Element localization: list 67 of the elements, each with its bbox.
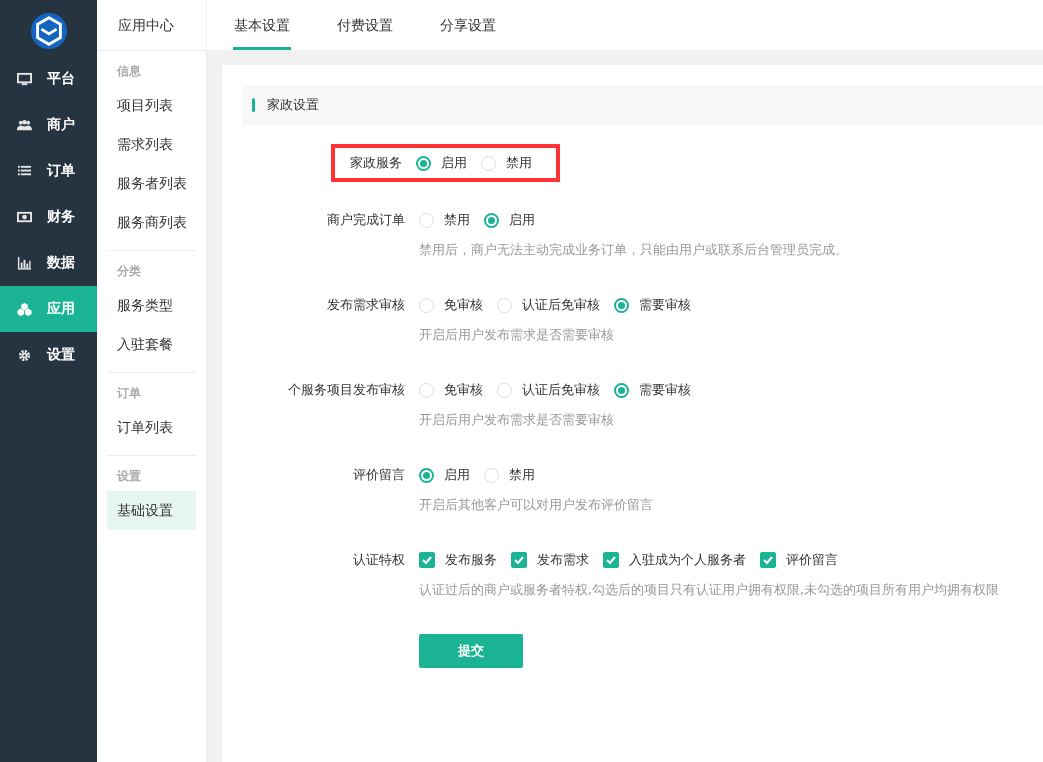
option-label[interactable]: 发布服务 bbox=[445, 551, 497, 569]
bar-chart-icon bbox=[17, 255, 32, 271]
panel-title: 应用中心 bbox=[118, 16, 174, 35]
menu-item[interactable]: 需求列表 bbox=[107, 125, 196, 164]
option-label[interactable]: 启用 bbox=[444, 466, 470, 484]
tab[interactable]: 付费设置 bbox=[336, 0, 394, 50]
menu-item[interactable]: 服务者列表 bbox=[107, 164, 196, 203]
option-label[interactable]: 需要审核 bbox=[639, 296, 691, 314]
checkbox[interactable] bbox=[511, 552, 527, 568]
option-label[interactable]: 启用 bbox=[441, 154, 467, 172]
radio-button[interactable] bbox=[419, 467, 434, 483]
group-heading: 订单 bbox=[115, 385, 142, 402]
nav-item[interactable]: 数据 bbox=[0, 240, 97, 286]
option-label[interactable]: 认证后免审核 bbox=[522, 381, 600, 399]
nav-item[interactable]: 财务 bbox=[0, 194, 97, 240]
option-label[interactable]: 禁用 bbox=[509, 466, 535, 484]
group-heading: 设置 bbox=[115, 468, 142, 485]
settings-icon bbox=[17, 347, 32, 363]
banknote-icon bbox=[17, 209, 32, 225]
help-text: 开启后其他客户可以对用户发布评价留言 bbox=[419, 496, 653, 514]
option-label[interactable]: 入驻成为个人服务者 bbox=[629, 551, 746, 569]
monitor-icon bbox=[17, 71, 32, 87]
menu-item[interactable]: 基础设置 bbox=[107, 491, 196, 530]
help-text: 开启后用户发布需求是否需要审核 bbox=[419, 326, 614, 344]
option-label[interactable]: 免审核 bbox=[444, 381, 483, 399]
field-label: 个服务项目发布审核 bbox=[287, 381, 405, 399]
checkbox[interactable] bbox=[760, 552, 776, 568]
radio-button[interactable] bbox=[484, 212, 499, 228]
menu-item[interactable]: 服务类型 bbox=[107, 286, 196, 325]
field-label: 评价留言 bbox=[352, 466, 405, 484]
option-label[interactable]: 禁用 bbox=[506, 154, 532, 172]
logo-icon bbox=[29, 12, 68, 50]
menu-item[interactable]: 订单列表 bbox=[107, 408, 196, 447]
option-label[interactable]: 禁用 bbox=[444, 211, 470, 229]
field-label: 商户完成订单 bbox=[326, 211, 405, 229]
radio-button[interactable] bbox=[614, 297, 629, 313]
option-label[interactable]: 启用 bbox=[509, 211, 535, 229]
group-heading: 分类 bbox=[116, 263, 142, 280]
nav-item[interactable]: 商户 bbox=[0, 102, 97, 148]
group-heading: 信息 bbox=[115, 63, 142, 80]
nav-item[interactable]: 平台 bbox=[0, 56, 97, 102]
help-text: 禁用后，商户无法主动完成业务订单，只能由用户或联系后台管理员完成。 bbox=[419, 241, 848, 259]
radio-button[interactable] bbox=[614, 382, 629, 398]
menu-item[interactable]: 服务商列表 bbox=[107, 203, 196, 242]
section-title: 家政设置 bbox=[267, 96, 319, 114]
field-label: 认证特权 bbox=[352, 551, 405, 569]
nav-item[interactable]: 订单 bbox=[0, 148, 97, 194]
tab[interactable]: 分享设置 bbox=[439, 0, 497, 50]
option-label[interactable]: 评价留言 bbox=[786, 551, 838, 569]
checkbox[interactable] bbox=[419, 552, 435, 568]
checkbox[interactable] bbox=[603, 552, 619, 568]
option-label[interactable]: 认证后免审核 bbox=[522, 296, 600, 314]
help-text: 认证过后的商户或服务者特权,勾选后的项目只有认证用户拥有权限,未勾选的项目所有用户均拥有权限 bbox=[419, 581, 999, 599]
accent-bar bbox=[252, 98, 255, 112]
field-label: 发布需求审核 bbox=[326, 296, 405, 314]
menu-item[interactable]: 项目列表 bbox=[107, 86, 196, 125]
option-label[interactable]: 发布需求 bbox=[537, 551, 589, 569]
cubes-icon bbox=[17, 301, 32, 317]
nav-item[interactable]: 设置 bbox=[0, 332, 97, 378]
help-text: 开启后用户发布需求是否需要审核 bbox=[419, 411, 614, 429]
users-icon bbox=[17, 117, 32, 133]
field-label: 家政服务 bbox=[349, 154, 402, 172]
menu-item[interactable]: 入驻套餐 bbox=[107, 325, 196, 364]
tab[interactable]: 基本设置 bbox=[233, 0, 291, 50]
option-label[interactable]: 免审核 bbox=[444, 296, 483, 314]
option-label[interactable]: 需要审核 bbox=[639, 381, 691, 399]
radio-button[interactable] bbox=[416, 155, 431, 171]
